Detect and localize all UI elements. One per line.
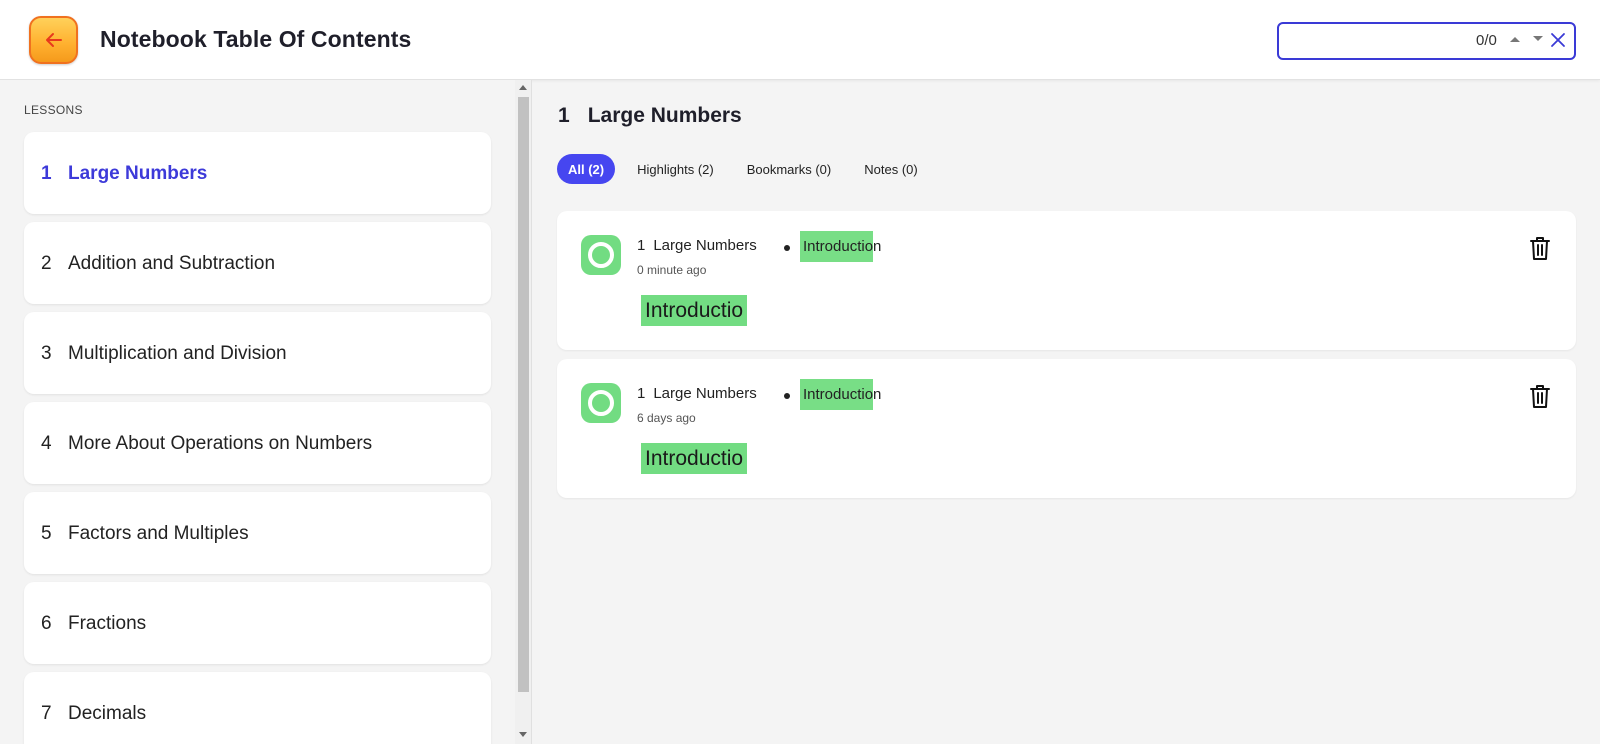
page-title: Notebook Table Of Contents bbox=[100, 26, 412, 52]
lessons-heading: LESSONS bbox=[24, 103, 83, 117]
lesson-number: 2 bbox=[41, 253, 52, 274]
search-input[interactable] bbox=[1287, 30, 1447, 52]
note-section: Introductio n bbox=[800, 231, 881, 262]
lesson-item[interactable]: 1 Large Numbers bbox=[24, 132, 491, 214]
lesson-number: 1 bbox=[41, 163, 52, 184]
scroll-down-arrow-icon[interactable] bbox=[519, 732, 527, 737]
lessons-sidebar: LESSONS 1 Large Numbers 2 Addition and S… bbox=[0, 80, 532, 744]
highlighted-quote[interactable]: Introductio bbox=[641, 295, 748, 326]
lesson-number: 5 bbox=[41, 523, 52, 544]
tab-notes[interactable]: Notes (0) bbox=[853, 154, 928, 184]
tab-bookmarks[interactable]: Bookmarks (0) bbox=[736, 154, 843, 184]
note-lesson: 1 Large Numbers bbox=[637, 237, 757, 254]
scrollbar-thumb[interactable] bbox=[518, 97, 529, 692]
lesson-title: Factors and Multiples bbox=[68, 523, 249, 544]
trash-icon[interactable] bbox=[1528, 235, 1552, 261]
highlighted-quote[interactable]: Introductio bbox=[641, 443, 748, 474]
section-highlighted-text: Introductio bbox=[800, 379, 874, 410]
search-match-count: 0/0 bbox=[1476, 32, 1497, 49]
close-search-icon[interactable] bbox=[1549, 31, 1567, 49]
section-rest-text: n bbox=[873, 238, 882, 255]
lesson-title: Addition and Subtraction bbox=[68, 253, 276, 274]
note-lesson-title: Large Numbers bbox=[653, 385, 757, 402]
lesson-item[interactable]: 2 Addition and Subtraction bbox=[24, 222, 491, 304]
next-match-icon[interactable] bbox=[1530, 31, 1546, 47]
lesson-number: 6 bbox=[41, 613, 52, 634]
back-button[interactable] bbox=[29, 16, 78, 64]
lesson-item[interactable]: 4 More About Operations on Numbers bbox=[24, 402, 491, 484]
note-lesson-title: Large Numbers bbox=[653, 237, 757, 254]
section-highlighted-text: Introductio bbox=[800, 231, 874, 262]
tab-all[interactable]: All (2) bbox=[557, 154, 616, 184]
lesson-title: Decimals bbox=[68, 703, 147, 724]
arrow-left-icon bbox=[45, 33, 62, 47]
highlight-circle-icon bbox=[581, 235, 621, 275]
lesson-number: 4 bbox=[41, 433, 52, 454]
lesson-title: Multiplication and Division bbox=[68, 343, 287, 364]
lesson-item[interactable]: 5 Factors and Multiples bbox=[24, 492, 491, 574]
highlight-card[interactable]: 1 Large Numbers Introductio n 0 minute ago… bbox=[557, 211, 1576, 350]
separator-dot bbox=[784, 245, 790, 251]
lesson-heading-title: Large Numbers bbox=[587, 104, 742, 127]
trash-icon[interactable] bbox=[1528, 383, 1552, 409]
section-rest-text: n bbox=[873, 386, 882, 403]
lesson-number: 7 bbox=[41, 703, 52, 724]
note-lesson: 1 Large Numbers bbox=[637, 385, 757, 402]
note-lesson-number: 1 bbox=[637, 385, 646, 402]
sidebar-scrollbar[interactable] bbox=[515, 80, 531, 744]
note-timestamp: 0 minute ago bbox=[637, 263, 707, 277]
lesson-item[interactable]: 7 Decimals bbox=[24, 672, 491, 744]
filter-tabs: All (2) Highlights (2) Bookmarks (0) Not… bbox=[557, 154, 929, 184]
lesson-item[interactable]: 3 Multiplication and Division bbox=[24, 312, 491, 394]
lesson-heading-number: 1 bbox=[558, 104, 570, 127]
tab-highlights[interactable]: Highlights (2) bbox=[626, 154, 725, 184]
previous-match-icon[interactable] bbox=[1507, 31, 1523, 47]
highlight-card[interactable]: 1 Large Numbers Introductio n 6 days ago I… bbox=[557, 359, 1576, 498]
lesson-item[interactable]: 6 Fractions bbox=[24, 582, 491, 664]
note-timestamp: 6 days ago bbox=[637, 411, 696, 425]
lesson-title: More About Operations on Numbers bbox=[68, 433, 373, 454]
highlight-circle-icon bbox=[581, 383, 621, 423]
separator-dot bbox=[784, 393, 790, 399]
lesson-number: 3 bbox=[41, 343, 52, 364]
note-section: Introductio n bbox=[800, 379, 881, 410]
lesson-heading: 1 Large Numbers bbox=[558, 104, 742, 128]
lesson-title: Large Numbers bbox=[68, 163, 208, 184]
lesson-title: Fractions bbox=[68, 613, 147, 634]
scroll-up-arrow-icon[interactable] bbox=[519, 85, 527, 90]
note-lesson-number: 1 bbox=[637, 237, 646, 254]
